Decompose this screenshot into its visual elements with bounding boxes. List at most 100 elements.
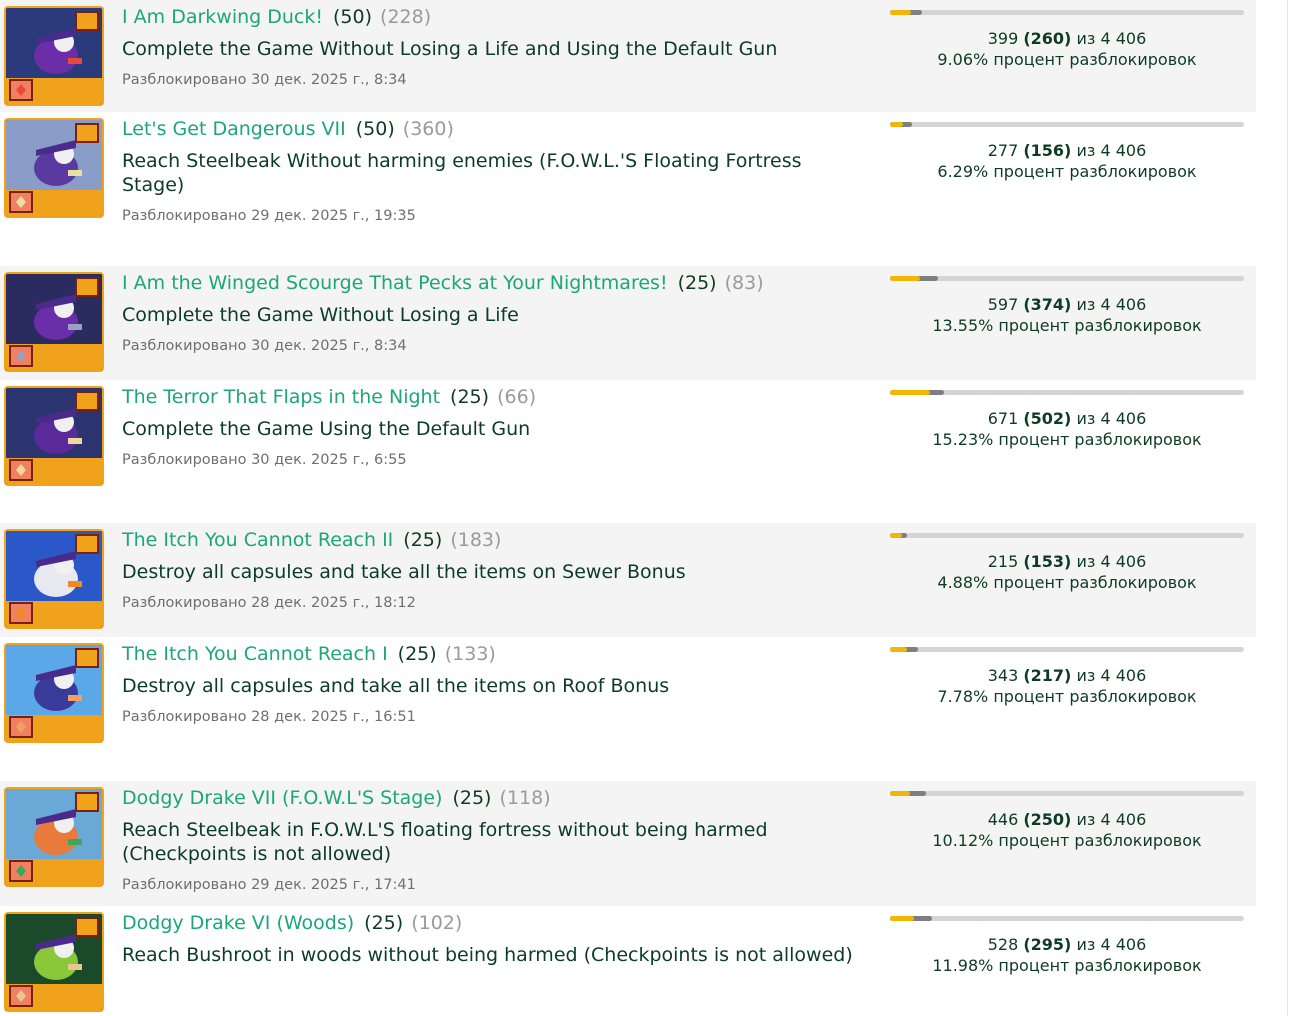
achievement-title-line: Dodgy Drake VI (Woods) (25) (102) xyxy=(122,912,862,934)
achievement-description: Complete the Game Without Losing a Life … xyxy=(122,38,778,60)
achievement-info: The Itch You Cannot Reach I (25) (133) Des… xyxy=(122,643,862,726)
achievement-row: The Terror That Flaps in the Night (25) (… xyxy=(0,380,1256,523)
unlock-total: 277 xyxy=(987,141,1019,160)
unlock-count: 343 (217) из 4 406 xyxy=(890,665,1244,686)
unlock-of-label: из xyxy=(1076,810,1096,829)
achievement-retro-points: (102) xyxy=(411,912,463,934)
achievement-stats: 399 (260) из 4 406 9.06% процент разблоки… xyxy=(890,10,1244,70)
unlock-progress-hardcore xyxy=(890,647,907,652)
achievement-row: The Itch You Cannot Reach II (25) (183) De… xyxy=(0,523,1256,637)
unlock-total: 671 xyxy=(987,409,1019,428)
achievement-row: The Itch You Cannot Reach I (25) (133) Des… xyxy=(0,637,1256,781)
player-count: 4 406 xyxy=(1100,29,1147,48)
achievement-title-line: The Terror That Flaps in the Night (25) (… xyxy=(122,386,862,408)
achievement-stats: 671 (502) из 4 406 15.23% процент разблок… xyxy=(890,390,1244,450)
achievement-title-link[interactable]: The Itch You Cannot Reach II xyxy=(122,529,393,551)
achievement-title-line: The Itch You Cannot Reach II (25) (183) xyxy=(122,529,862,551)
player-count: 4 406 xyxy=(1100,552,1147,571)
unlock-percentage: 9.06% процент разблокировок xyxy=(937,50,1197,69)
achievement-title-line: I Am the Winged Scourge That Pecks at Yo… xyxy=(122,272,862,294)
achievement-points: (25) xyxy=(677,272,717,294)
achievement-title-link[interactable]: The Itch You Cannot Reach I xyxy=(122,643,388,665)
winged-scourge-badge-icon[interactable] xyxy=(4,272,104,372)
achievement-title-link[interactable]: I Am Darkwing Duck! xyxy=(122,6,323,28)
achievement-retro-points: (118) xyxy=(499,787,551,809)
achievement-title-link[interactable]: Let's Get Dangerous VII xyxy=(122,118,346,140)
player-count: 4 406 xyxy=(1100,295,1147,314)
unlock-count: 277 (156) из 4 406 xyxy=(890,140,1244,161)
unlock-percentage: 4.88% процент разблокировок xyxy=(937,573,1197,592)
unlock-hardcore: (153) xyxy=(1023,552,1072,571)
sewer-bonus-badge-icon[interactable] xyxy=(4,529,104,629)
unlock-progress-hardcore xyxy=(890,533,902,538)
unlock-hardcore: (374) xyxy=(1023,295,1072,314)
achievement-title-line: I Am Darkwing Duck! (50) (228) xyxy=(122,6,862,28)
unlock-percentage: 11.98% процент разблокировок xyxy=(932,956,1202,975)
unlock-hardcore: (217) xyxy=(1023,666,1072,685)
unlock-hardcore: (260) xyxy=(1023,29,1072,48)
unlock-date: Разблокировано 28 дек. 2025 г., 18:12 xyxy=(122,595,416,611)
achievement-retro-points: (83) xyxy=(724,272,764,294)
achievement-retro-points: (228) xyxy=(380,6,432,28)
unlock-date: Разблокировано 29 дек. 2025 г., 17:41 xyxy=(122,877,416,893)
roof-bonus-badge-icon[interactable] xyxy=(4,643,104,743)
unlock-progress-bar xyxy=(890,647,1244,652)
unlock-count: 671 (502) из 4 406 xyxy=(890,408,1244,429)
unlock-of-label: из xyxy=(1076,552,1096,571)
unlock-of-label: из xyxy=(1076,141,1096,160)
achievement-row: Dodgy Drake VI (Woods) (25) (102) Reach Bu… xyxy=(0,906,1256,1016)
unlock-date: Разблокировано 28 дек. 2025 г., 16:51 xyxy=(122,709,416,725)
achievement-title-line: Let's Get Dangerous VII (50) (360) xyxy=(122,118,862,140)
player-count: 4 406 xyxy=(1100,810,1147,829)
scrollbar-track[interactable] xyxy=(1287,0,1288,1016)
unlock-hardcore: (156) xyxy=(1023,141,1072,160)
achievement-info: Dodgy Drake VII (F.O.W.L'S Stage) (25) (1… xyxy=(122,787,862,894)
achievement-stats: 528 (295) из 4 406 11.98% процент разблок… xyxy=(890,916,1244,976)
unlock-date: Разблокировано 29 дек. 2025 г., 19:35 xyxy=(122,208,416,224)
dodgy-drake-fowl-badge-icon[interactable] xyxy=(4,787,104,887)
unlock-progress-hardcore xyxy=(890,276,920,281)
unlock-hardcore: (502) xyxy=(1023,409,1072,428)
achievement-title-link[interactable]: Dodgy Drake VI (Woods) xyxy=(122,912,354,934)
unlock-percentage: 10.12% процент разблокировок xyxy=(932,831,1202,850)
achievement-description: Destroy all capsules and take all the it… xyxy=(122,675,670,697)
unlock-progress-bar xyxy=(890,10,1244,15)
achievement-info: I Am the Winged Scourge That Pecks at Yo… xyxy=(122,272,862,355)
achievement-stats: 277 (156) из 4 406 6.29% процент разблоки… xyxy=(890,122,1244,182)
achievement-row: I Am the Winged Scourge That Pecks at Yo… xyxy=(0,266,1256,380)
achievement-points: (25) xyxy=(450,386,490,408)
unlock-total: 215 xyxy=(987,552,1019,571)
player-count: 4 406 xyxy=(1100,141,1147,160)
unlock-of-label: из xyxy=(1076,666,1096,685)
achievement-title-link[interactable]: Dodgy Drake VII (F.O.W.L'S Stage) xyxy=(122,787,442,809)
fortress-stage-badge-icon[interactable] xyxy=(4,118,104,218)
achievement-title-link[interactable]: I Am the Winged Scourge That Pecks at Yo… xyxy=(122,272,668,294)
achievement-retro-points: (66) xyxy=(497,386,537,408)
achievement-info: I Am Darkwing Duck! (50) (228) Complete th… xyxy=(122,6,862,89)
achievement-stats: 597 (374) из 4 406 13.55% процент разблок… xyxy=(890,276,1244,336)
achievement-points: (25) xyxy=(364,912,404,934)
achievement-title-link[interactable]: The Terror That Flaps in the Night xyxy=(122,386,440,408)
unlock-progress-hardcore xyxy=(890,10,911,15)
darkwing-duck-badge-icon[interactable] xyxy=(4,6,104,106)
achievement-list: I Am Darkwing Duck! (50) (228) Complete th… xyxy=(0,0,1256,1016)
unlock-progress-bar xyxy=(890,533,1244,538)
ratcatcher-badge-icon[interactable] xyxy=(4,386,104,486)
achievement-info: The Terror That Flaps in the Night (25) (… xyxy=(122,386,862,469)
unlock-progress-bar xyxy=(890,916,1244,921)
achievement-stats: 446 (250) из 4 406 10.12% процент разблок… xyxy=(890,791,1244,851)
achievement-retro-points: (360) xyxy=(402,118,454,140)
unlock-count: 528 (295) из 4 406 xyxy=(890,934,1244,955)
achievement-info: The Itch You Cannot Reach II (25) (183) De… xyxy=(122,529,862,612)
unlock-count: 597 (374) из 4 406 xyxy=(890,294,1244,315)
unlock-percentage: 15.23% процент разблокировок xyxy=(932,430,1202,449)
unlock-date: Разблокировано 30 дек. 2025 г., 8:34 xyxy=(122,338,407,354)
unlock-of-label: из xyxy=(1076,409,1096,428)
achievement-points: (25) xyxy=(452,787,492,809)
achievement-row: Dodgy Drake VII (F.O.W.L'S Stage) (25) (1… xyxy=(0,781,1256,906)
player-count: 4 406 xyxy=(1100,666,1147,685)
dodgy-drake-woods-badge-icon[interactable] xyxy=(4,912,104,1012)
unlock-total: 597 xyxy=(987,295,1019,314)
unlock-progress-hardcore xyxy=(890,916,914,921)
unlock-hardcore: (250) xyxy=(1023,810,1072,829)
